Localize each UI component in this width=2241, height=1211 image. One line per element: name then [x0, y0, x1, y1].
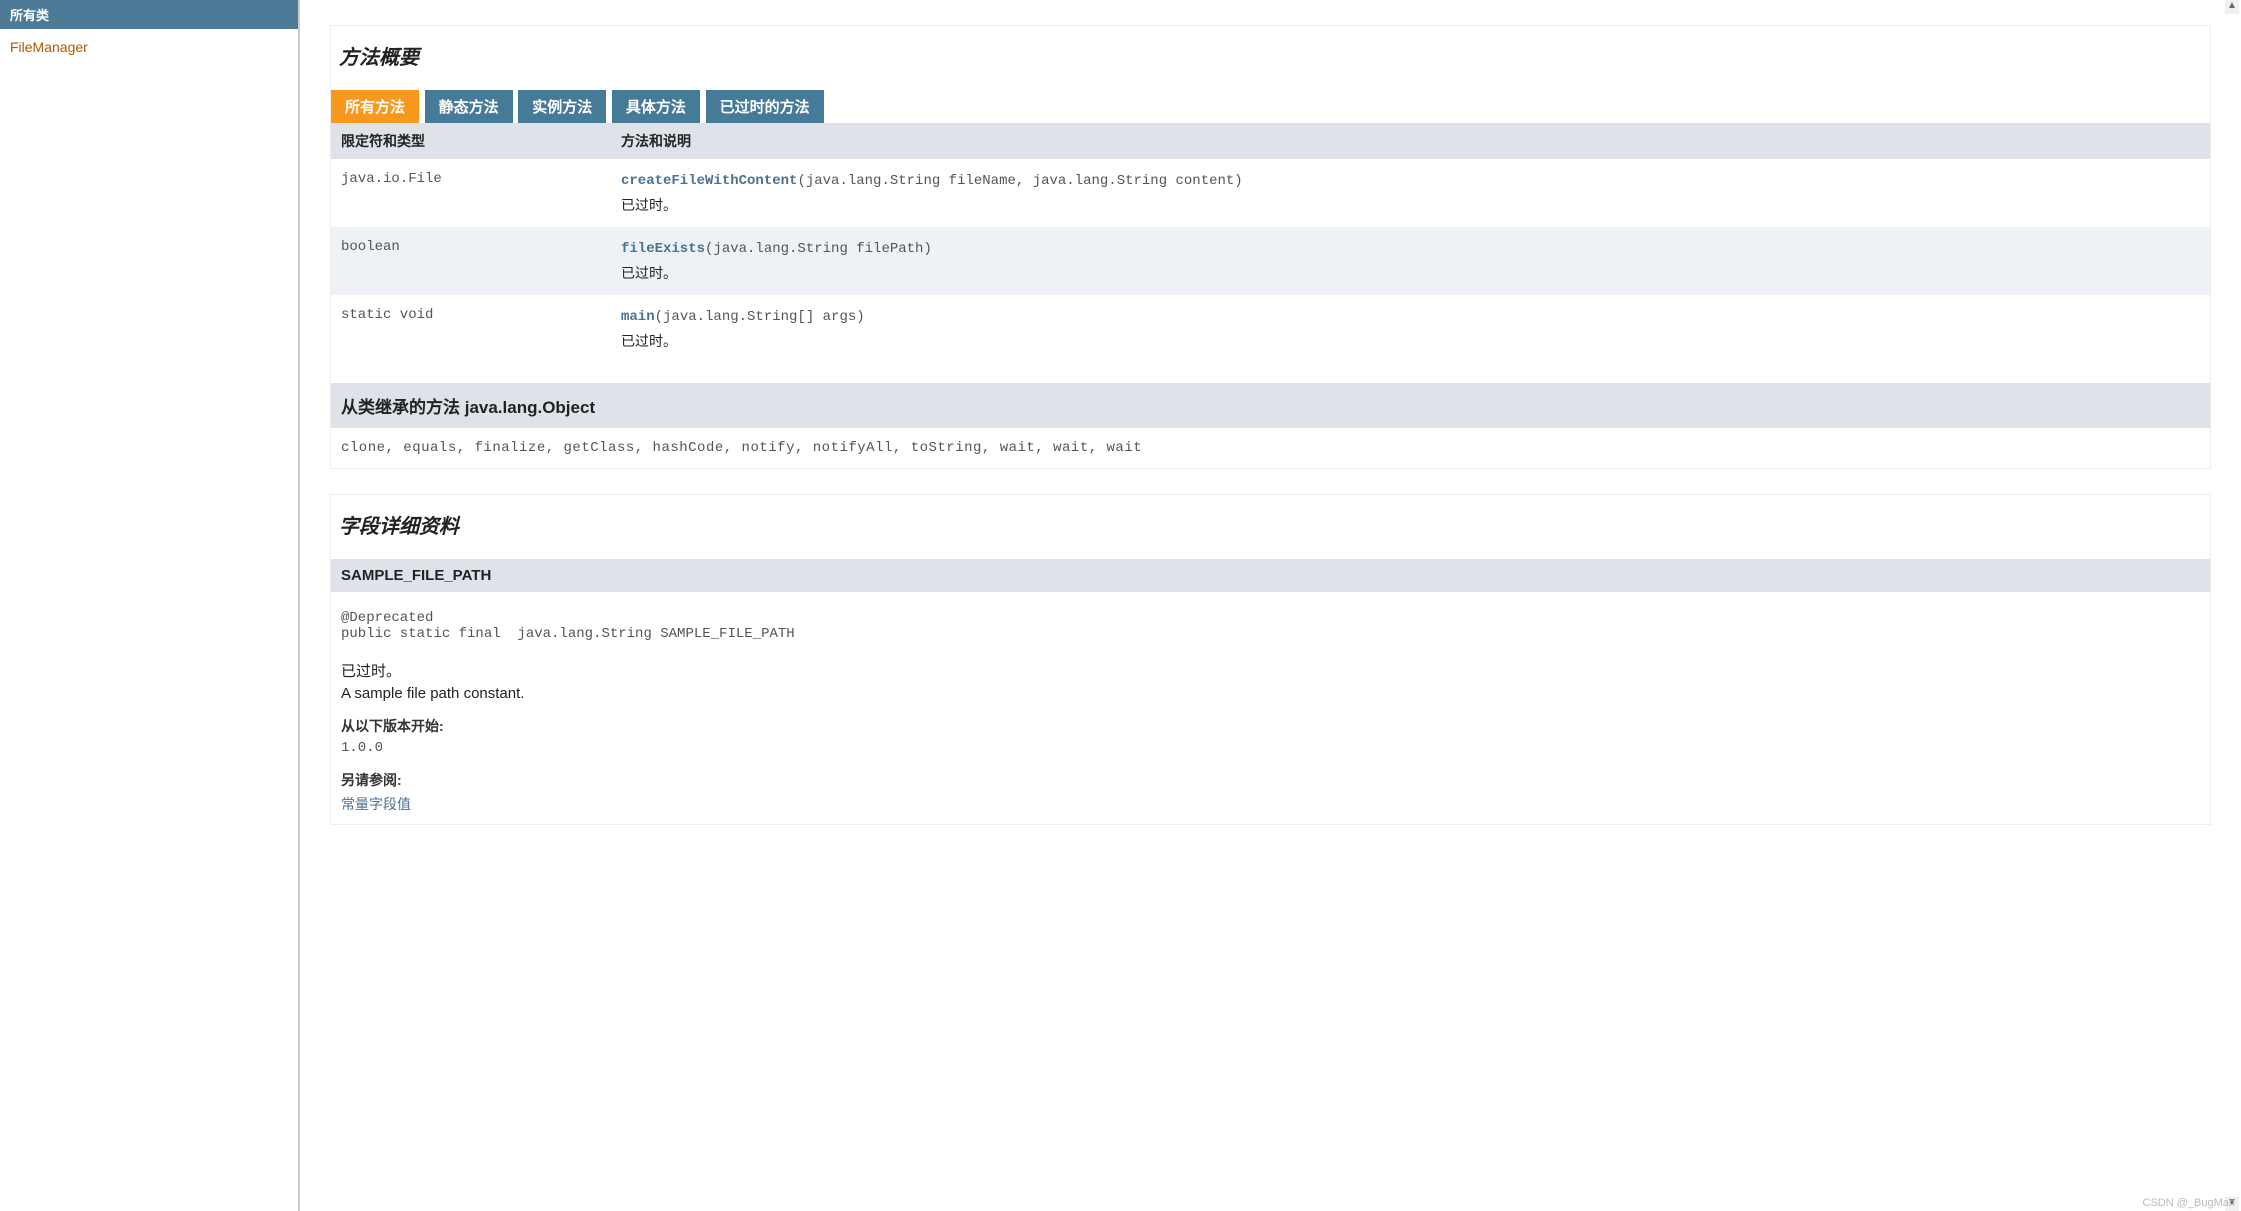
tab-concrete-methods[interactable]: 具体方法: [612, 90, 700, 123]
method-tabs: 所有方法 静态方法 实例方法 具体方法 已过时的方法: [331, 90, 2210, 123]
method-params: (java.lang.String fileName, java.lang.St…: [797, 173, 1242, 189]
tab-static-methods[interactable]: 静态方法: [425, 90, 513, 123]
inherited-methods-box: 从类继承的方法 java.lang.Object clone, equals, …: [331, 383, 2210, 468]
method-note: 已过时。: [621, 195, 2200, 215]
method-name-link[interactable]: fileExists: [621, 241, 705, 257]
field-deprecated-note: 已过时。: [341, 660, 2200, 681]
sidebar-header: 所有类: [0, 0, 298, 29]
scroll-up-icon[interactable]: ▲: [2225, 0, 2239, 14]
field-description: 已过时。 A sample file path constant.: [341, 660, 2200, 702]
see-also-label: 另请参阅:: [341, 770, 2200, 790]
method-note: 已过时。: [621, 331, 2200, 351]
tab-deprecated-methods[interactable]: 已过时的方法: [706, 90, 824, 123]
inherited-body: clone, equals, finalize, getClass, hashC…: [331, 428, 2210, 468]
field-body: @Deprecated public static final java.lan…: [331, 592, 2210, 824]
field-name-bar: SAMPLE_FILE_PATH: [331, 559, 2210, 592]
col-header-type: 限定符和类型: [331, 123, 611, 159]
method-type: boolean: [331, 227, 611, 295]
method-desc-cell: fileExists(java.lang.String filePath) 已过…: [611, 227, 2210, 295]
method-summary-section: 方法概要 所有方法 静态方法 实例方法 具体方法 已过时的方法 限定符和类型 方…: [330, 25, 2211, 469]
method-desc-cell: main(java.lang.String[] args) 已过时。: [611, 295, 2210, 363]
method-row: static void main(java.lang.String[] args…: [331, 295, 2210, 363]
method-summary-table: 限定符和类型 方法和说明 java.io.File createFileWith…: [331, 123, 2210, 363]
method-desc-cell: createFileWithContent(java.lang.String f…: [611, 159, 2210, 227]
sidebar: 所有类 FileManager: [0, 0, 300, 1211]
sidebar-item-filemanager[interactable]: FileManager: [10, 39, 88, 55]
sidebar-body: FileManager: [0, 29, 298, 1211]
method-params: (java.lang.String[] args): [655, 309, 865, 325]
field-description-text: A sample file path constant.: [341, 685, 2200, 702]
tab-all-methods[interactable]: 所有方法: [331, 90, 419, 123]
tab-instance-methods[interactable]: 实例方法: [518, 90, 606, 123]
method-row: boolean fileExists(java.lang.String file…: [331, 227, 2210, 295]
since-label: 从以下版本开始:: [341, 716, 2200, 736]
since-value: 1.0.0: [341, 740, 2200, 756]
inherited-header: 从类继承的方法 java.lang.Object: [331, 383, 2210, 428]
method-name-link[interactable]: createFileWithContent: [621, 173, 797, 189]
method-type: java.io.File: [331, 159, 611, 227]
method-row: java.io.File createFileWithContent(java.…: [331, 159, 2210, 227]
main-content: 方法概要 所有方法 静态方法 实例方法 具体方法 已过时的方法 限定符和类型 方…: [300, 0, 2241, 1211]
col-header-desc: 方法和说明: [611, 123, 2210, 159]
method-type: static void: [331, 295, 611, 363]
method-note: 已过时。: [621, 263, 2200, 283]
field-detail-title: 字段详细资料: [331, 495, 2210, 559]
method-summary-title: 方法概要: [331, 26, 2210, 90]
see-also-link[interactable]: 常量字段值: [341, 796, 411, 812]
field-detail-section: 字段详细资料 SAMPLE_FILE_PATH @Deprecated publ…: [330, 494, 2211, 825]
watermark: CSDN @_BugMan: [2143, 1197, 2235, 1209]
field-signature: @Deprecated public static final java.lan…: [341, 610, 2200, 642]
method-name-link[interactable]: main: [621, 309, 655, 325]
method-params: (java.lang.String filePath): [705, 241, 932, 257]
